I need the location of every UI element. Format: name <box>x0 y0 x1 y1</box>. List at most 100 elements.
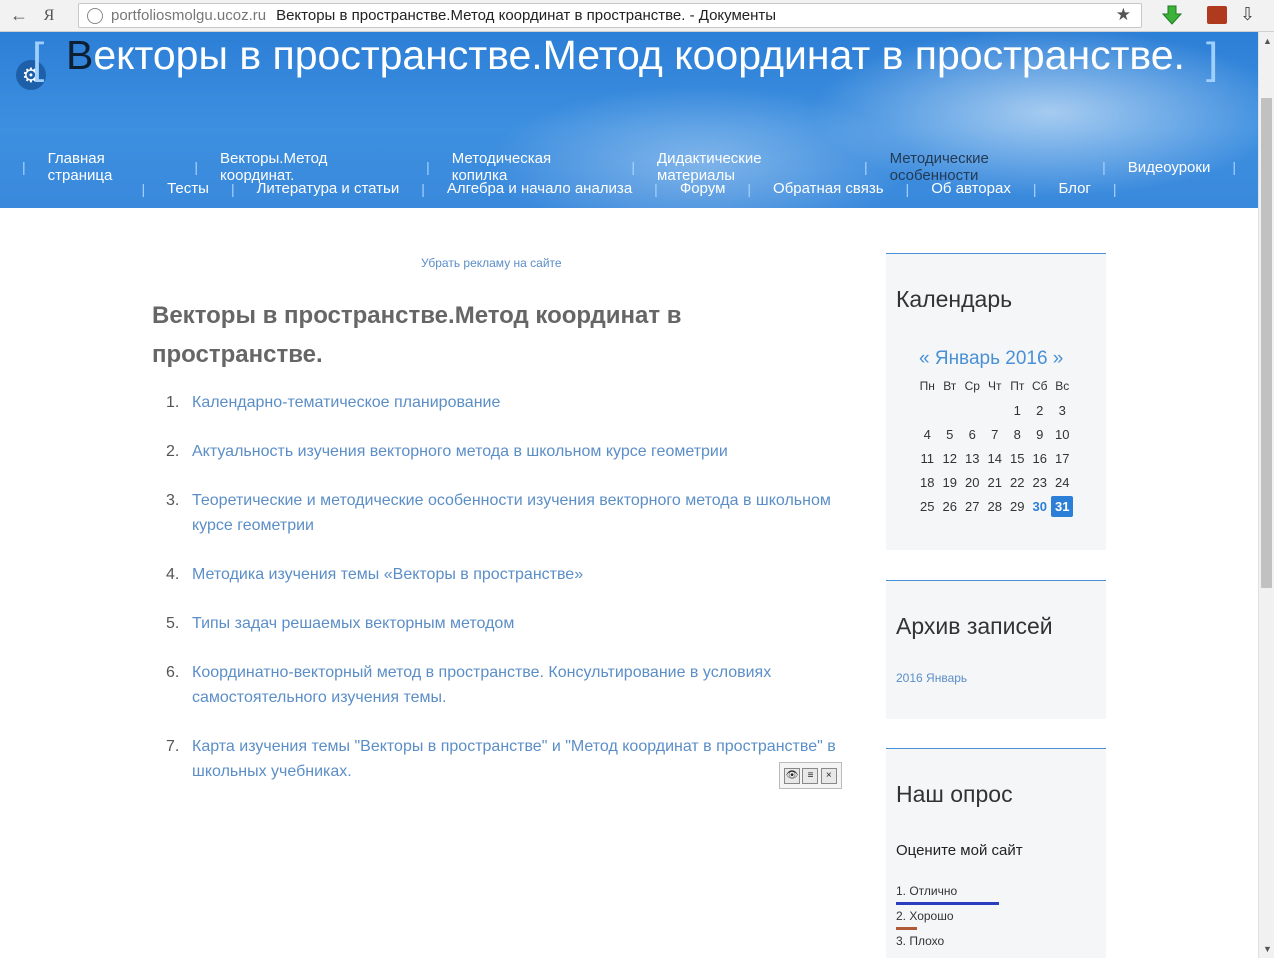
menu-separator: | <box>654 180 658 197</box>
poll-bar <box>896 902 999 905</box>
calendar-day[interactable]: 20 <box>961 470 984 494</box>
calendar-day[interactable]: 21 <box>984 470 1007 494</box>
calendar-day[interactable]: 9 <box>1029 422 1052 446</box>
menu-item[interactable]: Алгебра и начало анализа <box>447 180 632 197</box>
menu-separator: | <box>421 180 425 197</box>
calendar-day[interactable]: 19 <box>939 470 962 494</box>
calendar-weekday: Пт <box>1010 379 1025 393</box>
calendar-today[interactable]: 31 <box>1051 495 1074 517</box>
site-title[interactable]: Векторы в пространстве.Метод координат в… <box>66 32 1185 79</box>
download-icon[interactable]: ⇩ <box>1240 4 1255 25</box>
calendar-day[interactable]: 16 <box>1029 446 1052 470</box>
remove-ads-link[interactable]: Убрать рекламу на сайте <box>421 256 562 270</box>
calendar-day[interactable]: 24 <box>1051 470 1074 494</box>
calendar-day[interactable]: 14 <box>984 446 1007 470</box>
calendar-day[interactable]: 2 <box>1029 398 1052 422</box>
calendar-day[interactable]: 15 <box>1006 446 1029 470</box>
toc-item: 7. Карта изучения темы "Векторы в простра… <box>166 734 846 784</box>
calendar-weekday: Вт <box>943 379 957 393</box>
toc-item-link[interactable]: Актуальность изучения векторного метода … <box>192 439 842 464</box>
calendar-day[interactable]: 17 <box>1051 446 1074 470</box>
list-icon[interactable]: ≡ <box>802 767 819 784</box>
menu-separator: | <box>230 180 235 197</box>
calendar-day[interactable]: 7 <box>984 422 1007 446</box>
scroll-down-icon[interactable]: ▼ <box>1263 944 1272 954</box>
toc-item: 3. Теоретические и методические особеннос… <box>166 488 846 538</box>
info-icon[interactable] <box>87 7 103 24</box>
calendar-day[interactable]: 31 <box>1051 494 1074 518</box>
toc-item-link[interactable]: Теоретические и методические особенности… <box>192 488 842 538</box>
calendar-day[interactable]: 6 <box>961 422 984 446</box>
scroll-thumb[interactable] <box>1261 98 1272 588</box>
menu-separator: | <box>194 159 199 175</box>
menu-item[interactable]: Видеоуроки <box>1128 159 1211 176</box>
scroll-up-icon[interactable]: ▲ <box>1263 36 1272 46</box>
toc-item-link[interactable]: Методика изучения темы «Векторы в простр… <box>192 562 842 587</box>
toc-item: 5. Типы задач решаемых векторным методом <box>166 611 846 636</box>
menu-item[interactable]: Векторы.Метод координат. <box>220 150 404 184</box>
poll-option: 2. Хорошо <box>896 909 954 923</box>
calendar-day[interactable]: 3 <box>1051 398 1074 422</box>
toc-item-link[interactable]: Типы задач решаемых векторным методом <box>192 611 842 636</box>
calendar-day[interactable]: 13 <box>961 446 984 470</box>
menu-item[interactable]: Блог <box>1058 180 1090 197</box>
menu-item[interactable]: Методическая копилка <box>452 150 610 184</box>
calendar-day[interactable]: 25 <box>916 494 939 518</box>
address-bar[interactable]: portfoliosmolgu.ucoz.ru Векторы в простр… <box>78 3 1142 28</box>
calendar-day[interactable]: 10 <box>1051 422 1074 446</box>
calendar-weekday: Чт <box>988 379 1002 393</box>
url-host: portfoliosmolgu.ucoz.ru <box>111 7 267 24</box>
close-icon[interactable]: × <box>820 767 837 784</box>
menu-item[interactable]: Главная страница <box>48 150 173 184</box>
calendar-nav[interactable]: « Январь 2016 » <box>919 348 1063 370</box>
calendar-day[interactable]: 29 <box>1006 494 1029 518</box>
menu-item[interactable]: Дидактические материалы <box>657 150 842 184</box>
calendar-day[interactable]: 18 <box>916 470 939 494</box>
back-icon[interactable]: ← <box>6 3 32 29</box>
calendar-day[interactable]: 30 <box>1029 494 1052 518</box>
calendar-day[interactable]: 28 <box>984 494 1007 518</box>
archive-title: Архив записей <box>896 613 1053 639</box>
calendar-day[interactable]: 22 <box>1006 470 1029 494</box>
menu-separator: | <box>905 180 910 197</box>
toc-item: 6. Координатно-векторный метод в простран… <box>166 660 846 710</box>
toc-item-link[interactable]: Координатно-векторный метод в пространст… <box>192 660 842 710</box>
calendar-day[interactable]: 26 <box>939 494 962 518</box>
calendar-day[interactable]: 11 <box>916 446 939 470</box>
scrollbar[interactable]: ▲ ▼ <box>1258 32 1274 958</box>
calendar-day[interactable]: 5 <box>939 422 962 446</box>
calendar-day[interactable]: 8 <box>1006 422 1029 446</box>
archive-widget: Архив записей 2016 Январь <box>886 580 1106 719</box>
menu-item[interactable]: Тесты <box>167 180 209 197</box>
menu-item[interactable]: Литература и статьи <box>257 180 400 197</box>
menu-item[interactable]: Методические особенности <box>890 150 1080 184</box>
calendar-day[interactable]: 4 <box>916 422 939 446</box>
archive-link[interactable]: 2016 Январь <box>896 671 967 685</box>
menu-separator: | <box>1232 159 1236 175</box>
menu-item[interactable]: Форум <box>680 180 726 197</box>
yandex-icon[interactable]: Я <box>38 3 60 29</box>
menu-item[interactable]: Об авторах <box>931 180 1011 197</box>
toc-item-number: 1. <box>166 394 180 411</box>
extension-icon[interactable] <box>1207 6 1227 24</box>
toc-item-number: 6. <box>166 664 180 681</box>
menu-separator: | <box>141 180 146 197</box>
calendar-title: Календарь <box>896 286 1013 312</box>
calendar-day[interactable]: 27 <box>961 494 984 518</box>
toc-item-link[interactable]: Календарно-тематическое планирование <box>192 390 842 415</box>
toc-item-link[interactable]: Карта изучения темы "Векторы в пространс… <box>192 734 842 784</box>
download-extension-icon[interactable] <box>1161 4 1183 26</box>
calendar-day[interactable]: 1 <box>1006 398 1029 422</box>
menu-item[interactable]: Обратная связь <box>773 180 884 197</box>
site-header: ⚙ [ Векторы в пространстве.Метод координ… <box>0 32 1258 208</box>
calendar-widget: Календарь « Январь 2016 » Пн Вт Ср Чт Пт Сб Вс… <box>886 253 1106 550</box>
site-title-first-letter: В <box>66 32 94 78</box>
toc-item-number: 7. <box>166 738 180 755</box>
calendar-weekday: Пн <box>919 379 935 393</box>
toc-list: 1. Календарно-тематическое планирование 2.… <box>166 390 846 808</box>
bookmark-star-icon[interactable]: ★ <box>1116 5 1131 25</box>
calendar-day[interactable]: 23 <box>1029 470 1052 494</box>
eye-icon[interactable]: 👁 <box>784 767 801 784</box>
calendar-day[interactable]: 12 <box>939 446 962 470</box>
menu-separator: | <box>631 159 636 175</box>
